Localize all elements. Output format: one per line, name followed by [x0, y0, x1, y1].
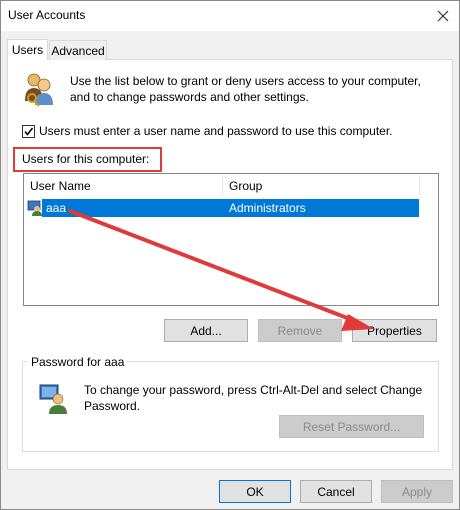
- reset-password-button[interactable]: Reset Password...: [279, 415, 424, 438]
- window-title: User Accounts: [8, 8, 86, 22]
- user-group-cell[interactable]: Administrators: [229, 201, 306, 215]
- user-account-icon: [27, 200, 42, 216]
- add-button-label: Add...: [190, 323, 222, 338]
- ok-button-label: OK: [246, 484, 264, 499]
- reset-password-label: Reset Password...: [302, 419, 401, 434]
- cancel-button[interactable]: Cancel: [300, 480, 372, 503]
- intro-text: Use the list below to grant or deny user…: [70, 74, 421, 104]
- remove-button[interactable]: Remove: [258, 319, 342, 342]
- apply-button[interactable]: Apply: [381, 480, 453, 503]
- column-header-group[interactable]: Group: [229, 176, 262, 196]
- column-divider[interactable]: [222, 176, 223, 196]
- tab-advanced[interactable]: Advanced: [49, 40, 107, 60]
- ok-button[interactable]: OK: [219, 480, 291, 503]
- properties-button-label: Properties: [367, 323, 422, 338]
- tab-users[interactable]: Users: [7, 39, 48, 60]
- apply-button-label: Apply: [401, 484, 433, 499]
- require-login-label[interactable]: Users must enter a user name and passwor…: [39, 124, 393, 138]
- user-password-icon: [39, 384, 67, 414]
- properties-button[interactable]: Properties: [352, 319, 437, 342]
- tab-users-label: Users: [11, 43, 44, 57]
- add-button[interactable]: Add...: [164, 319, 248, 342]
- column-header-user-name[interactable]: User Name: [30, 176, 91, 196]
- close-button[interactable]: [428, 1, 458, 30]
- users-section-label: Users for this computer:: [22, 152, 150, 166]
- checkmark-icon: [24, 127, 34, 136]
- close-icon: [437, 10, 449, 21]
- user-name-cell[interactable]: aaa: [46, 201, 66, 215]
- password-instructions: To change your password, press Ctrl-Alt-…: [84, 383, 423, 413]
- remove-button-label: Remove: [277, 323, 323, 338]
- tab-advanced-label: Advanced: [51, 43, 105, 58]
- users-group-icon: [25, 73, 53, 107]
- password-group-title: Password for aaa: [28, 355, 128, 369]
- column-divider[interactable]: [419, 176, 420, 196]
- cancel-button-label: Cancel: [317, 484, 355, 499]
- require-login-checkbox[interactable]: [22, 125, 35, 138]
